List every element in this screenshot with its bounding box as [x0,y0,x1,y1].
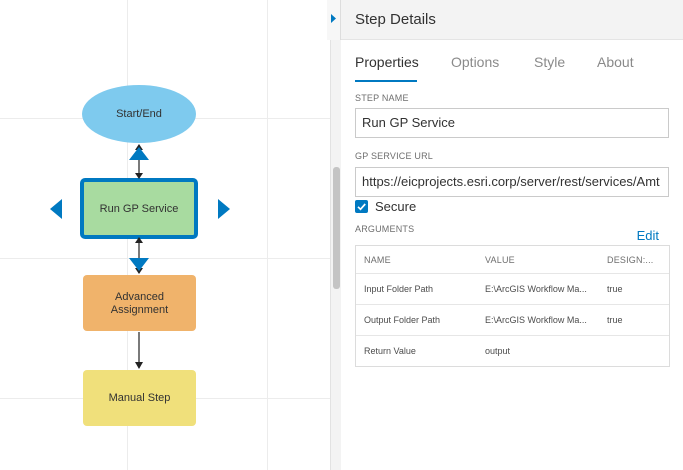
arg-design-cell: true [607,284,623,294]
table-row[interactable]: Output Folder Path E:\ArcGIS Workflow Ma… [356,304,669,335]
chevron-right-icon [331,14,336,23]
active-tab-indicator [355,80,417,82]
arg-design-cell [607,336,663,366]
table-header-row: NAME VALUE DESIGN:... [356,246,669,273]
workflow-canvas[interactable]: Start/End Run GP Service Advanced Assign… [0,0,330,470]
arg-name-cell: Output Folder Path [364,315,441,325]
arguments-label: ARGUMENTS [355,224,415,234]
add-step-left-handle[interactable] [50,199,62,219]
arg-design-cell: true [607,315,623,325]
node-label-run-gp-service: Run GP Service [99,203,179,215]
arg-value-cell: E:\ArcGIS Workflow Ma... [485,284,587,294]
secure-checkbox[interactable] [355,200,368,213]
node-label-manual-step: Manual Step [108,392,171,404]
panel-title: Step Details [355,11,436,28]
checkmark-icon [357,203,366,211]
tab-style[interactable]: Style [534,54,565,70]
panel-header: Step Details [341,0,683,40]
step-name-label: STEP NAME [355,93,409,103]
column-header-design[interactable]: DESIGN:... [607,246,663,273]
step-details-panel: Step Details Properties Options Style Ab… [341,0,683,470]
tab-properties[interactable]: Properties [355,54,419,70]
arg-value-cell: output [485,346,511,356]
collapse-panel-button[interactable] [327,0,341,40]
arg-value-cell: E:\ArcGIS Workflow Ma... [485,315,587,325]
arguments-table: NAME VALUE DESIGN:... Input Folder Path … [355,245,670,367]
gp-service-url-input[interactable]: https://eicprojects.esri.corp/server/res… [355,167,669,197]
table-row[interactable]: Input Folder Path E:\ArcGIS Workflow Ma.… [356,273,669,304]
edit-arguments-link[interactable]: Edit [637,228,659,243]
column-header-name[interactable]: NAME [364,246,476,273]
tab-options[interactable]: Options [451,54,499,70]
add-step-down-handle[interactable] [129,258,149,271]
step-name-input[interactable]: Run GP Service [355,108,669,138]
arg-name-cell: Input Folder Path [364,284,434,294]
gp-service-url-label: GP SERVICE URL [355,151,433,161]
node-label-advanced-assignment: Advanced Assignment [110,291,169,316]
arg-name-cell: Return Value [364,346,416,356]
column-header-value[interactable]: VALUE [485,246,603,273]
canvas-scrollbar-thumb[interactable] [333,167,340,289]
add-step-right-handle[interactable] [218,199,230,219]
secure-label: Secure [375,199,417,214]
connector-advanced-to-manual [135,332,143,369]
node-label-start-end: Start/End [116,108,162,120]
table-row[interactable]: Return Value output [356,335,669,366]
tab-about[interactable]: About [597,54,634,70]
add-step-up-handle[interactable] [129,147,149,160]
